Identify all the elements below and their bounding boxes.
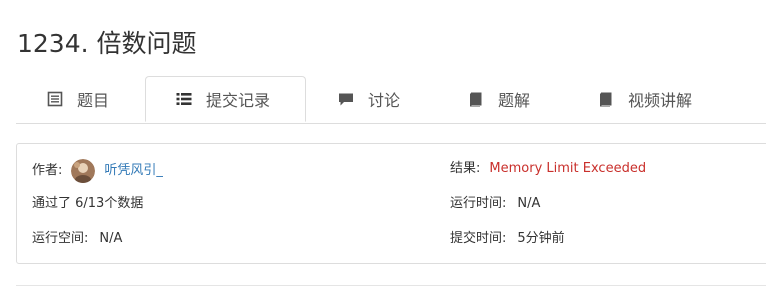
tab-video-label: 视频讲解 (628, 91, 693, 110)
submission-detail-card: 作者: 听凭风引_ 结果: Memory Limit Exceeded 通过了 … (16, 143, 766, 264)
tab-bar: 题目 提交记录 讨论 题解 视频讲解 (16, 76, 766, 124)
passed-cases: 通过了 6/13个数据 (32, 194, 143, 214)
list-icon (176, 91, 192, 107)
run-time-label: 运行时间: (450, 196, 507, 211)
submit-time-value: 5分钟前 (517, 231, 565, 246)
run-space-value: N/A (99, 231, 123, 246)
divider (16, 285, 766, 286)
submission-page: 1234. 倍数问题 题目 提交记录 讨论 题解 视频讲解 作者: 听凭风引_ … (0, 0, 766, 293)
run-space-label: 运行空间: (32, 231, 89, 246)
passed-text: 通过了 6/13个数据 (32, 196, 144, 211)
run-space-field: 运行空间: N/A (32, 229, 122, 249)
tab-video[interactable]: 视频讲解 (598, 76, 692, 122)
run-time-field: 运行时间: N/A (450, 194, 540, 214)
tab-problem-label: 题目 (77, 91, 110, 110)
submit-time-label: 提交时间: (450, 231, 507, 246)
comment-icon (338, 91, 354, 107)
result-status[interactable]: Memory Limit Exceeded (489, 159, 646, 179)
tab-solutions[interactable]: 题解 (468, 76, 530, 122)
author-label: 作者: (32, 163, 63, 178)
book-icon (468, 91, 484, 107)
tab-solutions-label: 题解 (498, 91, 531, 110)
author-name-link[interactable]: 听凭风引_ (104, 161, 163, 181)
submit-time-field: 提交时间: 5分钟前 (450, 229, 565, 249)
tab-problem[interactable]: 题目 (47, 76, 109, 122)
tab-discussion[interactable]: 讨论 (338, 76, 400, 122)
result-field: 结果: Memory Limit Exceeded (450, 159, 646, 179)
book-icon (598, 91, 614, 107)
author-field: 作者: 听凭风引_ (32, 159, 163, 183)
run-time-value: N/A (517, 196, 541, 211)
page-title: 1234. 倍数问题 (17, 28, 197, 58)
result-label: 结果: (450, 161, 481, 176)
tab-discussion-label: 讨论 (368, 91, 401, 110)
avatar[interactable] (71, 159, 96, 183)
tab-submissions[interactable]: 提交记录 (145, 76, 306, 122)
document-icon (47, 91, 63, 107)
tab-submissions-label: 提交记录 (206, 91, 271, 110)
